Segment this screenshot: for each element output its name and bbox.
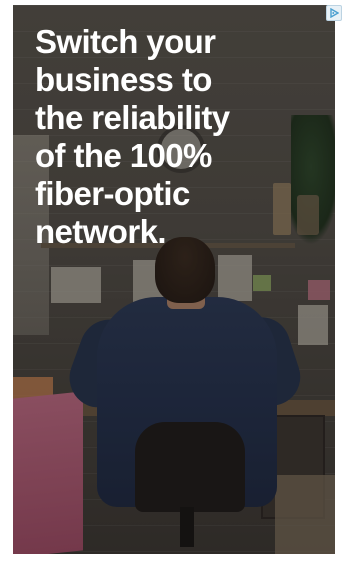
play-triangle-icon [330,8,339,18]
display-ad[interactable]: Switch your business to the reliability … [13,5,335,554]
adchoices-icon[interactable] [326,5,342,21]
ad-headline: Switch your business to the reliability … [35,23,230,250]
